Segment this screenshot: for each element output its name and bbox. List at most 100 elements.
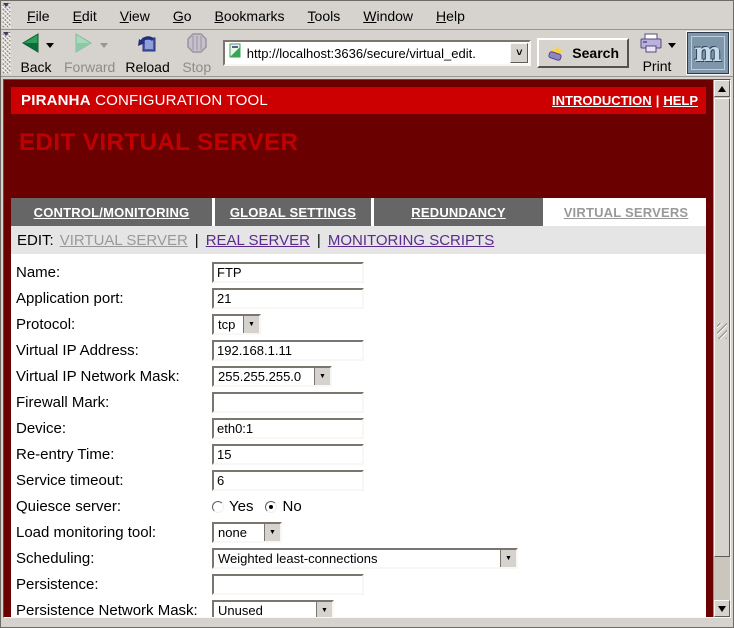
form-row-service-timeout: Service timeout:6 [11, 470, 706, 496]
menu-tools[interactable]: Tools [299, 3, 350, 29]
menu-edit[interactable]: Edit [64, 3, 106, 29]
toolbar-grippy[interactable] [2, 32, 11, 74]
stop-icon [186, 32, 208, 59]
scroll-up-button[interactable] [714, 80, 730, 97]
reload-label: Reload [125, 60, 169, 75]
form-row-virtual-ip-address: Virtual IP Address:192.168.1.11 [11, 340, 706, 366]
application-port-input[interactable]: 21 [212, 288, 364, 309]
back-icon [18, 32, 42, 59]
piranha-brand: PIRANHA CONFIGURATION TOOL [21, 92, 268, 109]
form-row-persistence-network-mask: Persistence Network Mask:Unused [11, 600, 706, 617]
tab-control-monitoring[interactable]: CONTROL/MONITORING [11, 198, 212, 226]
forward-dropdown-caret [100, 43, 108, 48]
menu-bookmarks[interactable]: Bookmarks [206, 3, 294, 29]
scrollbar-thumb[interactable] [714, 98, 730, 557]
search-button[interactable]: Search [537, 38, 629, 68]
virtual-ip-address-label: Virtual IP Address: [11, 340, 212, 361]
browser-content-viewport: PIRANHA CONFIGURATION TOOL INTRODUCTION |… [3, 79, 731, 618]
url-dropdown-button[interactable] [510, 43, 528, 63]
menu-go[interactable]: Go [164, 3, 201, 29]
quiesce-server-radio-no[interactable] [265, 501, 277, 513]
content-panel: CONTROL/MONITORINGGLOBAL SETTINGSREDUNDA… [11, 198, 706, 617]
re-entry-time-input[interactable]: 15 [212, 444, 364, 465]
chevron-down-icon[interactable] [264, 524, 280, 541]
print-dropdown-caret[interactable] [668, 43, 676, 48]
subnav-link-real-server[interactable]: REAL SERVER [206, 232, 310, 249]
header-link-separator: | [656, 93, 660, 108]
chevron-down-icon[interactable] [316, 602, 332, 617]
protocol-label: Protocol: [11, 314, 212, 335]
persistence-network-mask-select[interactable]: Unused [212, 600, 334, 617]
virtual-ip-network-mask-select-value: 255.255.255.0 [214, 368, 314, 385]
back-dropdown-caret[interactable] [46, 43, 54, 48]
subnav-link-virtual-server: VIRTUAL SERVER [60, 232, 188, 249]
menu-help[interactable]: Help [427, 3, 474, 29]
tab-redundancy[interactable]: REDUNDANCY [374, 198, 543, 226]
form-row-firewall-mark: Firewall Mark: [11, 392, 706, 418]
firewall-mark-input[interactable] [212, 392, 364, 413]
firewall-mark-label: Firewall Mark: [11, 392, 212, 413]
mozilla-logo-button[interactable]: m [687, 32, 729, 74]
chevron-down-icon[interactable] [314, 368, 330, 385]
navigation-toolbar: Back Forward [1, 30, 733, 77]
subnav-bar: EDIT:VIRTUAL SERVER|REAL SERVER|MONITORI… [11, 226, 706, 254]
url-input[interactable]: http://localhost:3636/secure/virtual_edi… [247, 46, 511, 61]
quiesce-server-radio-group: Yes No [212, 496, 314, 517]
menubar-grippy[interactable] [2, 3, 11, 28]
name-label: Name: [11, 262, 212, 283]
form-row-persistence: Persistence: [11, 574, 706, 600]
re-entry-time-label: Re-entry Time: [11, 444, 212, 465]
menu-bar: FileEditViewGoBookmarksToolsWindowHelp [1, 1, 733, 30]
menu-items: FileEditViewGoBookmarksToolsWindowHelp [13, 2, 474, 29]
scheduling-select[interactable]: Weighted least-connections [212, 548, 518, 569]
scheduling-select-value: Weighted least-connections [214, 550, 500, 567]
tab-global-settings[interactable]: GLOBAL SETTINGS [215, 198, 371, 226]
protocol-select-value: tcp [214, 316, 243, 333]
bookmark-icon[interactable] [228, 43, 243, 64]
quiesce-server-radio-label-no: No [282, 498, 301, 515]
print-button[interactable]: Print [633, 31, 681, 75]
scroll-down-button[interactable] [714, 600, 730, 617]
service-timeout-input[interactable]: 6 [212, 470, 364, 491]
help-link[interactable]: HELP [663, 93, 698, 108]
tab-virtual-servers[interactable]: VIRTUAL SERVERS [546, 198, 706, 226]
print-icon [638, 33, 664, 58]
quiesce-server-radio-yes[interactable] [212, 501, 224, 513]
application-port-label: Application port: [11, 288, 212, 309]
virtual-ip-network-mask-label: Virtual IP Network Mask: [11, 366, 212, 387]
menu-view[interactable]: View [111, 3, 159, 29]
stop-label: Stop [182, 60, 211, 75]
introduction-link[interactable]: INTRODUCTION [552, 93, 652, 108]
virtual-ip-address-input[interactable]: 192.168.1.11 [212, 340, 364, 361]
virtual-ip-network-mask-select[interactable]: 255.255.255.0 [212, 366, 332, 387]
back-button[interactable]: Back [13, 31, 59, 75]
form-row-scheduling: Scheduling:Weighted least-connections [11, 548, 706, 574]
reload-button[interactable]: Reload [120, 31, 174, 75]
menu-window[interactable]: Window [354, 3, 422, 29]
load-monitoring-tool-select[interactable]: none [212, 522, 282, 543]
form-row-device: Device:eth0:1 [11, 418, 706, 444]
page-title: EDIT VIRTUAL SERVER [19, 129, 713, 157]
subnav-link-monitoring-scripts[interactable]: MONITORING SCRIPTS [328, 232, 494, 249]
brand-rest: CONFIGURATION TOOL [91, 92, 268, 109]
load-monitoring-tool-label: Load monitoring tool: [11, 522, 212, 543]
url-bar[interactable]: http://localhost:3636/secure/virtual_edi… [223, 40, 532, 66]
quiesce-server-radio-label-yes: Yes [229, 498, 253, 515]
device-label: Device: [11, 418, 212, 439]
vertical-scrollbar[interactable] [713, 80, 730, 617]
menu-file[interactable]: File [18, 3, 59, 29]
persistence-input[interactable] [212, 574, 364, 595]
tab-bar: CONTROL/MONITORINGGLOBAL SETTINGSREDUNDA… [11, 198, 706, 226]
brand-bold: PIRANHA [21, 92, 91, 109]
name-input[interactable]: FTP [212, 262, 364, 283]
device-input[interactable]: eth0:1 [212, 418, 364, 439]
scrollbar-track[interactable] [714, 97, 730, 617]
chevron-down-icon[interactable] [500, 550, 516, 567]
scroll-up-icon [718, 86, 726, 92]
print-label: Print [643, 59, 672, 74]
back-label: Back [20, 60, 51, 75]
chevron-down-icon[interactable] [243, 316, 259, 333]
protocol-select[interactable]: tcp [212, 314, 261, 335]
form-row-name: Name:FTP [11, 262, 706, 288]
form-row-quiesce-server: Quiesce server:YesNo [11, 496, 706, 522]
